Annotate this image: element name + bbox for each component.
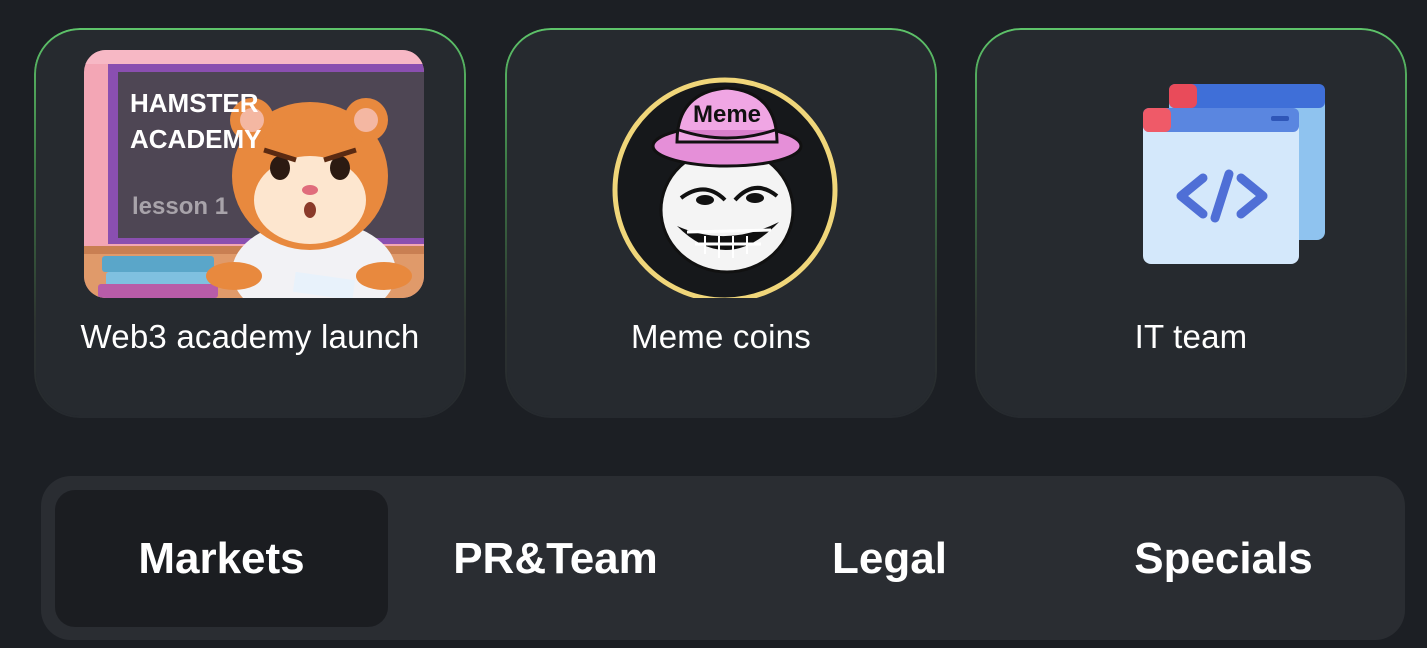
card-label: IT team (1134, 318, 1248, 355)
code-window-icon (1025, 50, 1365, 298)
card-label: Meme coins (631, 318, 811, 355)
meme-hat-text: Meme (693, 101, 761, 128)
card-web3-academy-launch[interactable]: HAMSTER ACADEMY lesson 1 Web3 academy la… (34, 28, 466, 418)
upgrade-cards-row: HAMSTER ACADEMY lesson 1 Web3 academy la… (34, 28, 1412, 420)
tab-pr-team[interactable]: PR&Team (389, 490, 722, 627)
tab-specials[interactable]: Specials (1057, 490, 1390, 627)
card-it-team[interactable]: IT team (975, 28, 1407, 418)
tab-legal[interactable]: Legal (723, 490, 1056, 627)
hamster-academy-text-1: HAMSTER (130, 88, 259, 118)
category-tab-bar: Markets PR&Team Legal Specials (41, 476, 1405, 640)
hamster-academy-text-2: ACADEMY (130, 124, 261, 154)
card-label: Web3 academy launch (80, 318, 420, 355)
card-meme-coins[interactable]: Meme Meme coins (505, 28, 937, 418)
tab-markets[interactable]: Markets (55, 490, 388, 627)
troll-face-meme-image: Meme (555, 50, 895, 298)
hamster-academy-image: HAMSTER ACADEMY lesson 1 (84, 50, 424, 298)
hamster-academy-text-3: lesson 1 (132, 193, 228, 220)
